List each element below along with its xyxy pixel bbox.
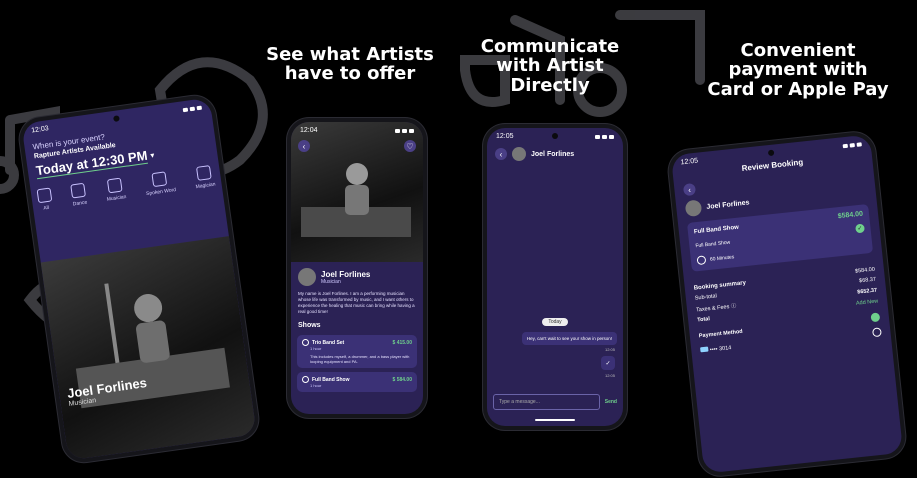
category-2[interactable]: Musician — [104, 177, 127, 203]
back-arrow-icon[interactable]: ‹ — [682, 182, 697, 197]
shows-title: Shows — [298, 322, 321, 330]
message-time: 12:05 — [604, 347, 615, 352]
category-label: All — [43, 204, 50, 212]
show-name: Full Band Show — [693, 224, 740, 235]
category-1[interactable]: Dance — [70, 182, 88, 208]
category-3[interactable]: Spoken Word — [143, 170, 176, 197]
clock-icon — [696, 255, 707, 266]
taxes-value: $652.37 — [856, 287, 878, 296]
artist-role: Musician — [321, 278, 341, 285]
duration-label: 60 Minutes — [709, 253, 735, 263]
subtotal-label: Sub-total — [694, 293, 718, 302]
hat-icon — [195, 165, 212, 181]
check-icon: ✓ — [601, 356, 615, 370]
status-icons — [595, 134, 614, 139]
show-duration: 1 hour — [310, 383, 322, 389]
radio-selected-icon[interactable] — [870, 312, 881, 323]
reply-time: 12:05 — [604, 373, 615, 378]
avatar — [298, 268, 316, 286]
show-name: Trio Band Set — [312, 339, 345, 346]
camera-notch — [552, 133, 558, 139]
chat-contact-name: Joel Forlines — [531, 150, 575, 158]
total-label: Total — [696, 316, 711, 324]
radio-icon[interactable] — [302, 376, 309, 384]
radio-icon[interactable] — [302, 339, 309, 347]
taxes-label: Taxes & Fees — [695, 304, 730, 314]
shows-list: Trio Band Set $ 415.00 1 hour This includes… — [291, 335, 423, 393]
category-label: Magician — [195, 181, 216, 191]
show-price: $ 584.00 — [392, 376, 412, 383]
headline-communicate: Communicate with Artist Directly — [480, 36, 620, 96]
artist-bio: My name is Joel Forlines. I am a perform… — [298, 291, 415, 315]
summary-amount: $584.00 — [854, 266, 876, 275]
artist-name: Joel Forlines — [321, 269, 371, 279]
show-price: $584.00 — [837, 210, 864, 221]
date-chip: Today — [542, 318, 568, 326]
category-label: Spoken Word — [145, 187, 177, 198]
subtotal-value: $68.37 — [858, 276, 877, 285]
guitar-icon — [106, 177, 123, 194]
status-time: 12:05 — [680, 157, 699, 167]
artist-name: Joel Forlines — [706, 198, 750, 211]
show-name: Full Band Show — [312, 376, 350, 383]
radio-unselected-icon[interactable] — [872, 327, 882, 338]
home-indicator — [535, 419, 575, 421]
payment-method-title: Payment Method — [698, 328, 743, 339]
message-input[interactable]: Type a message... — [493, 394, 600, 410]
status-icons — [842, 141, 862, 148]
checkmark-circle-icon[interactable]: ✓ — [855, 223, 865, 234]
category-label: Musician — [106, 193, 127, 203]
send-button[interactable]: Send — [605, 399, 617, 405]
status-icons — [395, 128, 414, 133]
sparkle-icon — [36, 187, 53, 204]
show-description: This includes myself, a drummer, and a b… — [310, 354, 410, 365]
back-arrow-icon[interactable]: ‹ — [495, 148, 507, 160]
avatar — [684, 199, 703, 218]
credit-card-icon — [700, 346, 709, 353]
phone-artist-profile: 12:04 ‹ ♡ Joel Forlines Musician My name… — [287, 118, 427, 418]
status-time: 12:04 — [300, 127, 318, 134]
show-price: $ 415.00 — [392, 339, 412, 346]
chevron-down-icon[interactable]: ▾ — [150, 150, 155, 159]
category-label: Dance — [72, 199, 88, 208]
info-icon[interactable]: ⓘ — [731, 303, 737, 310]
show-card[interactable]: Trio Band Set $ 415.00 1 hour This includes… — [297, 335, 417, 369]
performer-illustration — [75, 283, 230, 409]
selected-show: Full Band Show — [695, 239, 731, 249]
microphone-icon — [151, 171, 168, 188]
heart-icon[interactable]: ♡ — [404, 140, 416, 152]
add-new-link[interactable]: Add New — [856, 298, 879, 306]
back-arrow-icon[interactable]: ‹ — [298, 140, 310, 152]
summary-title: Booking summary — [693, 280, 747, 292]
dancer-icon — [70, 182, 87, 199]
headline-payment: Convenient payment with Card or Apple Pa… — [707, 40, 889, 100]
headline-artists: See what Artists have to offer — [266, 44, 434, 85]
phone-review-booking: 12:05 Review Booking ‹ Joel Forlines Ful… — [666, 130, 908, 478]
avatar — [512, 147, 526, 161]
chat-message: Hey, can't wait to see your show in pers… — [521, 332, 617, 345]
category-0[interactable]: All — [36, 187, 54, 212]
status-time: 12:05 — [496, 133, 514, 140]
show-card[interactable]: Full Band Show $ 584.00 1 hour — [297, 372, 417, 393]
card-number: •••• 3014 — [709, 345, 732, 354]
category-4[interactable]: Magician — [193, 165, 216, 191]
phone-chat: 12:05 ‹ Joel Forlines Today Hey, can't w… — [483, 124, 627, 430]
artist-photo: Joel Forlines Musician — [40, 236, 257, 461]
